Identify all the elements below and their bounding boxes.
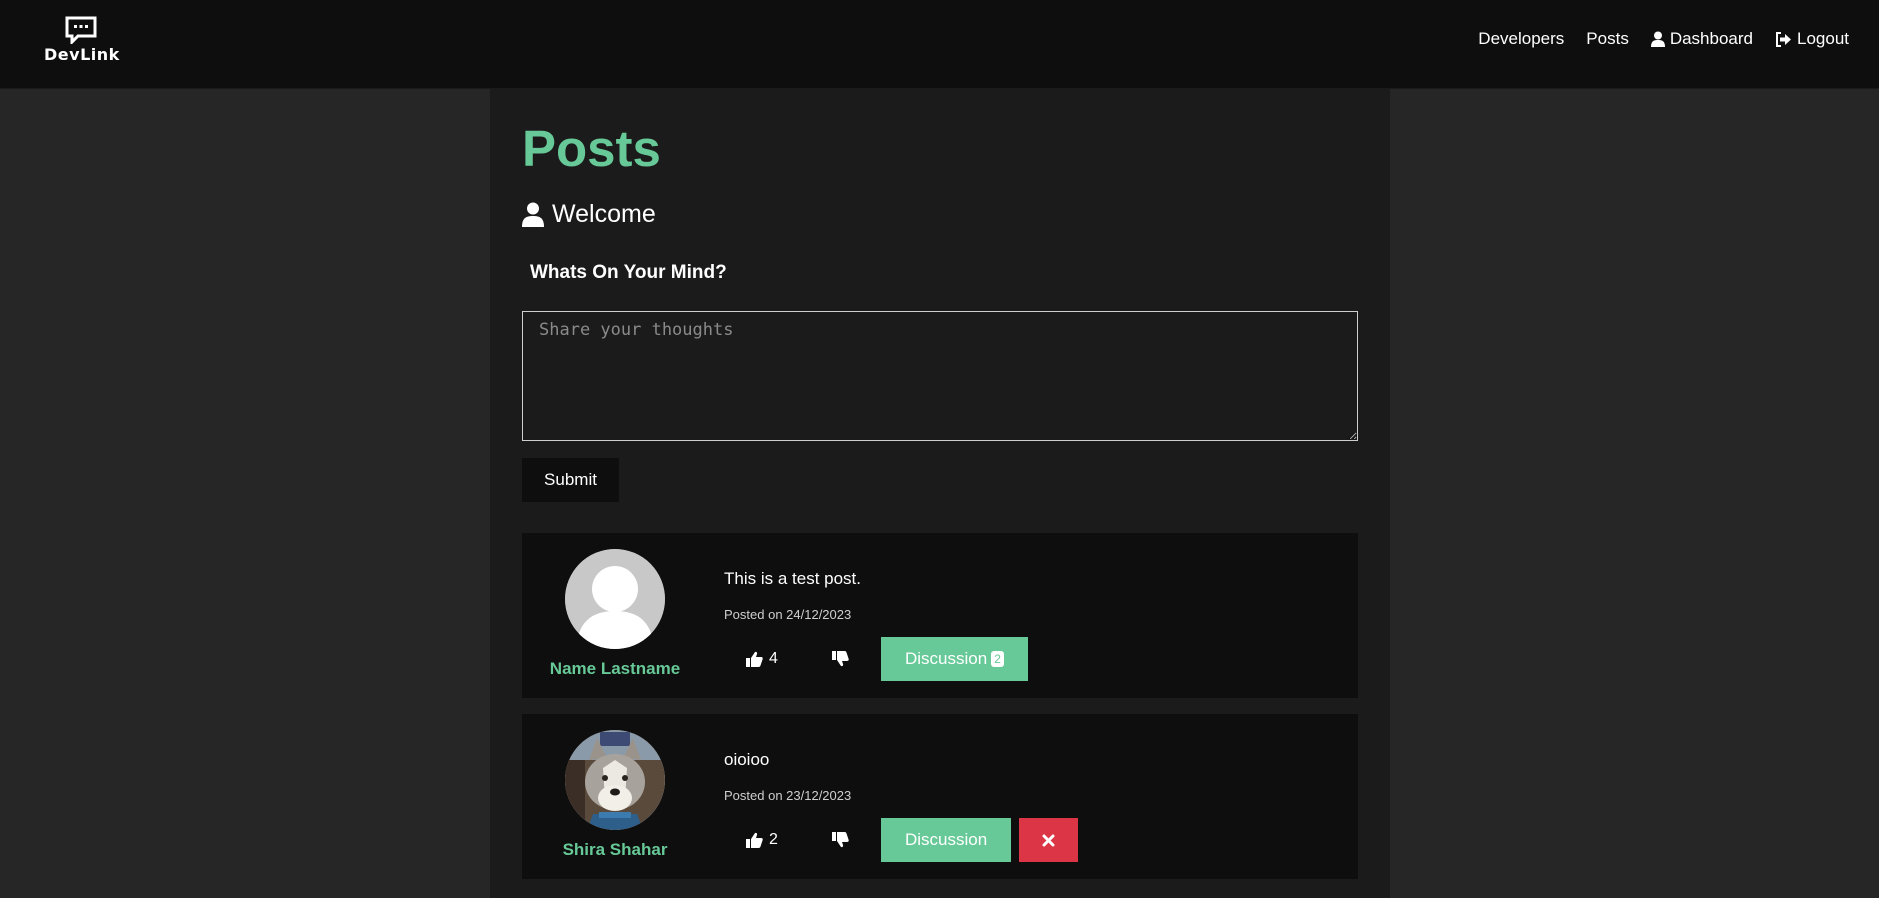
default-avatar-icon (565, 549, 665, 649)
sign-out-icon (1776, 31, 1791, 47)
thumbs-up-icon (746, 832, 763, 848)
post-date: Posted on 23/12/2023 (724, 788, 852, 803)
posts-container: Posts Welcome Whats On Your Mind? Submit… (490, 89, 1390, 898)
author-name: Name Lastname (549, 659, 681, 678)
post-textarea[interactable] (522, 311, 1358, 441)
nav-logout-link[interactable]: Logout (1775, 29, 1849, 49)
user-icon (522, 202, 544, 227)
discussion-button[interactable]: Discussion 2 (881, 637, 1028, 681)
comment-count-badge: 2 (991, 651, 1004, 667)
discussion-label: Discussion (905, 649, 988, 668)
logo-text: DevLink (44, 45, 120, 64)
unlike-button[interactable] (800, 637, 881, 681)
unlike-button[interactable] (800, 818, 881, 862)
delete-post-button[interactable] (1019, 818, 1079, 862)
logo[interactable]: DevLink (44, 16, 120, 66)
thumbs-up-icon (746, 651, 763, 667)
post-author[interactable]: Name Lastname (522, 549, 708, 679)
post-actions: 2 Discussion (724, 818, 1079, 862)
navbar: DevLink Developers Posts Dashboard Logou… (0, 0, 1879, 89)
post-text: oioioo (724, 750, 770, 769)
post-text: This is a test post. (724, 569, 861, 588)
discussion-button[interactable]: Discussion (881, 818, 1012, 862)
like-count: 4 (769, 650, 778, 667)
nav-dashboard-link[interactable]: Dashboard (1650, 29, 1753, 49)
like-button[interactable]: 2 (724, 818, 800, 862)
like-button[interactable]: 4 (724, 637, 800, 681)
author-name: Shira Shahar (562, 840, 668, 859)
chat-bubble-icon (65, 16, 97, 44)
post-date: Posted on 24/12/2023 (724, 607, 852, 622)
close-icon (1042, 834, 1055, 846)
like-count: 2 (769, 831, 778, 848)
thumbs-down-icon (832, 651, 849, 667)
nav-developers-link[interactable]: Developers (1478, 29, 1564, 49)
post-author[interactable]: Shira Shahar (522, 730, 708, 860)
post-card: Name Lastname This is a test post. Poste… (522, 533, 1358, 698)
user-icon (1650, 31, 1665, 47)
nav-links: Developers Posts Dashboard Logout (1478, 28, 1849, 50)
page-title: Posts (522, 120, 661, 177)
welcome-line: Welcome (522, 199, 656, 229)
welcome-text: Welcome (552, 200, 656, 228)
nav-dashboard-label: Dashboard (1669, 29, 1753, 48)
post-card: Shira Shahar oioioo Posted on 23/12/2023… (522, 714, 1358, 879)
post-form-heading: Whats On Your Mind? (530, 262, 727, 283)
post-body: This is a test post. Posted on 24/12/202… (724, 569, 1344, 623)
husky-avatar-image (565, 730, 665, 830)
post-actions: 4 Discussion 2 (724, 637, 1028, 681)
nav-logout-label: Logout (1797, 29, 1849, 48)
discussion-label: Discussion (905, 830, 988, 849)
thumbs-down-icon (832, 832, 849, 848)
submit-button[interactable]: Submit (522, 458, 619, 502)
nav-posts-link[interactable]: Posts (1586, 29, 1629, 49)
post-body: oioioo Posted on 23/12/2023 (724, 750, 1344, 804)
